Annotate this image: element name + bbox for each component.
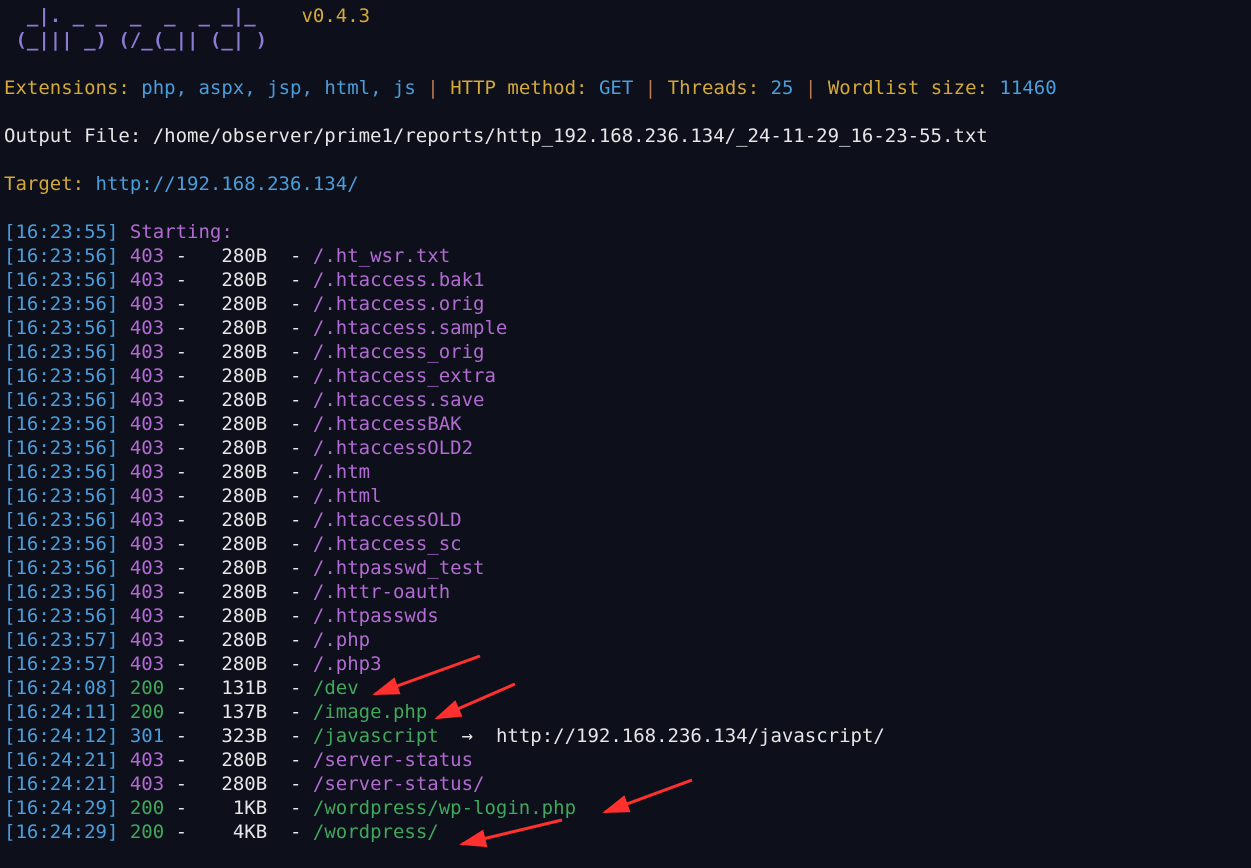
annotation-arrow [605, 780, 692, 812]
annotation-arrows [0, 0, 1251, 868]
annotation-arrow [375, 656, 480, 694]
annotation-arrow [437, 684, 515, 718]
annotation-arrow [462, 820, 562, 844]
